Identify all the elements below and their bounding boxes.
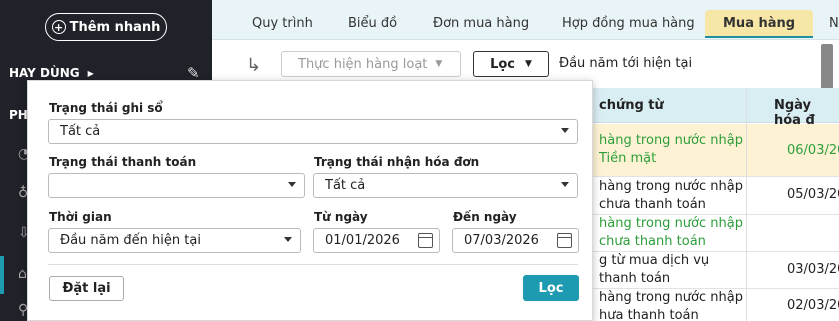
payment-status-label: Trạng thái thanh toán xyxy=(49,155,197,169)
tab-process[interactable]: Quy trình xyxy=(252,10,313,38)
posting-status-select[interactable]: Tất cả xyxy=(48,119,578,144)
from-date-label: Từ ngày xyxy=(314,210,368,224)
plus-icon: + xyxy=(51,20,66,34)
row-date: 03/03/20 xyxy=(787,262,839,277)
tab-next[interactable]: N xyxy=(829,10,839,38)
row-description[interactable]: hàng trong nước nhập Tiền mặt xyxy=(599,132,743,168)
row-description[interactable]: hàng trong nước nhập chưa thanh toán xyxy=(599,178,743,214)
module-tabs: Quy trình Biểu đồ Đơn mua hàng Hợp đồng … xyxy=(212,0,839,40)
caret-down-icon xyxy=(288,182,296,187)
table-row[interactable]: hàng trong nước nhập chưa thanh toán xyxy=(593,215,839,252)
table-row[interactable]: hàng trong nước nhập Tiền mặt 06/03/20 xyxy=(593,124,839,177)
table-row[interactable]: hàng trong nước nhập chưa thanh toán 05/… xyxy=(593,178,839,215)
tab-purchase-order[interactable]: Đơn mua hàng xyxy=(433,10,529,38)
sort-arrow-icon[interactable]: ↳ xyxy=(246,55,261,76)
row-date: 05/03/20 xyxy=(787,187,839,202)
period-value: Đầu năm đến hiện tại xyxy=(60,233,201,248)
batch-action-label: Thực hiện hàng loạt xyxy=(298,56,428,72)
scrollbar-thumb[interactable] xyxy=(821,44,833,94)
from-date-value: 01/01/2026 xyxy=(325,233,400,248)
date-range-text: Đầu năm tới hiện tại xyxy=(559,56,693,71)
period-select[interactable]: Đầu năm đến hiện tại xyxy=(48,228,301,253)
sidebar-section-partial: PH xyxy=(9,108,28,122)
filter-button-label: Lọc xyxy=(490,56,515,72)
section-label: HAY DÙNG xyxy=(9,66,80,80)
quick-add-button[interactable]: + Thêm nhanh xyxy=(45,13,167,41)
period-label: Thời gian xyxy=(49,210,112,224)
table-row[interactable]: hàng trong nước nhập hưa thanh toán 02/0… xyxy=(593,289,839,321)
caret-down-icon xyxy=(561,182,569,187)
caret-down-icon xyxy=(284,237,292,242)
filter-popup: Trạng thái ghi sổ Tất cả Trạng thái than… xyxy=(27,80,593,321)
invoice-status-value: Tất cả xyxy=(325,178,366,193)
calendar-icon[interactable] xyxy=(418,233,433,248)
reset-button[interactable]: Đặt lại xyxy=(49,276,124,301)
posting-status-value: Tất cả xyxy=(60,124,101,139)
row-date: 06/03/20 xyxy=(787,143,839,158)
caret-right-icon: ▶ xyxy=(87,68,94,78)
tab-purchase-contract[interactable]: Hợp đồng mua hàng xyxy=(562,10,695,38)
invoice-status-label: Trạng thái nhận hóa đơn xyxy=(314,155,480,169)
column-header-document[interactable]: chứng từ xyxy=(599,98,664,113)
shopping-bag-icon[interactable]: ⌂ xyxy=(18,266,27,282)
column-divider xyxy=(746,88,747,321)
tab-purchase[interactable]: Mua hàng xyxy=(705,10,814,38)
row-description[interactable]: hàng trong nước nhập hưa thanh toán xyxy=(599,289,743,321)
posting-status-label: Trạng thái ghi sổ xyxy=(49,101,163,115)
sidebar-active-indicator xyxy=(0,256,4,294)
to-date-input[interactable]: 07/03/2026 xyxy=(452,228,579,253)
table-header: chứng từ Ngày hóa đ xyxy=(593,88,839,128)
table-row[interactable]: g từ mua dịch vụ thanh toán 03/03/20 xyxy=(593,252,839,289)
tab-chart[interactable]: Biểu đồ xyxy=(348,10,397,38)
row-description[interactable]: g từ mua dịch vụ thanh toán xyxy=(599,252,709,288)
apply-filter-button[interactable]: Lọc xyxy=(523,275,579,301)
sidebar-section-favorites[interactable]: HAY DÙNG ▶ xyxy=(9,66,94,80)
quick-add-label: Thêm nhanh xyxy=(69,19,161,35)
row-date: 02/03/20 xyxy=(787,298,839,313)
to-date-label: Đến ngày xyxy=(453,210,517,224)
caret-down-icon xyxy=(561,128,569,133)
to-date-value: 07/03/2026 xyxy=(464,233,539,248)
popup-divider xyxy=(48,264,578,265)
batch-action-select[interactable]: Thực hiện hàng loạt ▼ xyxy=(281,51,461,77)
caret-down-icon: ▼ xyxy=(525,59,532,69)
calendar-icon[interactable] xyxy=(557,233,572,248)
invoice-status-select[interactable]: Tất cả xyxy=(313,173,578,198)
payment-status-select[interactable] xyxy=(48,173,305,198)
row-description[interactable]: hàng trong nước nhập chưa thanh toán xyxy=(599,215,743,251)
from-date-input[interactable]: 01/01/2026 xyxy=(313,228,440,253)
filter-button[interactable]: Lọc ▼ xyxy=(473,51,549,77)
caret-down-icon: ▼ xyxy=(435,59,443,69)
